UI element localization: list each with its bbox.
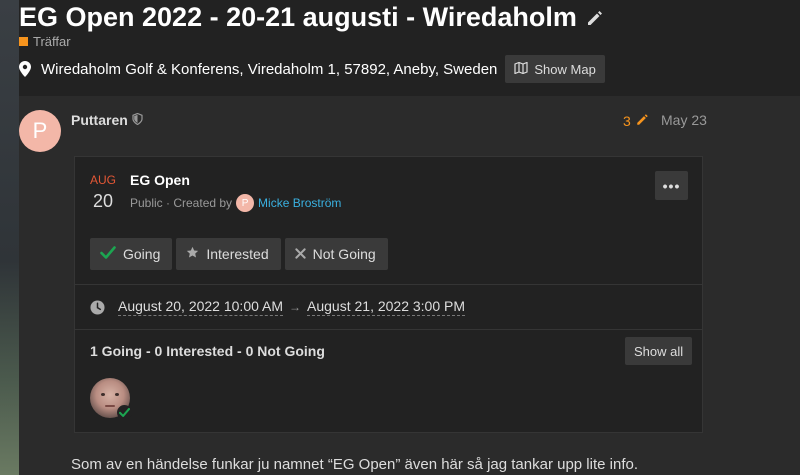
background-strip xyxy=(0,0,19,475)
going-button[interactable]: Going xyxy=(90,238,173,270)
attendee-face xyxy=(101,393,119,397)
more-options-button[interactable]: ••• xyxy=(655,171,688,200)
interested-label: Interested xyxy=(206,246,269,262)
topic-title[interactable]: EG Open 2022 - 20-21 augusti - Wiredahol… xyxy=(19,2,605,33)
clock-icon xyxy=(90,299,105,315)
event-visibility-creator: Public · Created by xyxy=(130,196,233,210)
show-all-button[interactable]: Show all xyxy=(625,337,693,365)
not-going-button[interactable]: Not Going xyxy=(284,238,388,270)
event-month: AUG xyxy=(90,173,117,187)
going-status-icon xyxy=(117,405,132,420)
map-icon xyxy=(514,61,528,77)
category-color-swatch xyxy=(19,37,28,46)
check-icon xyxy=(100,246,116,262)
show-map-label: Show Map xyxy=(534,61,596,77)
shield-icon xyxy=(132,112,143,128)
interested-button[interactable]: Interested xyxy=(176,238,281,270)
not-going-label: Not Going xyxy=(312,246,376,262)
avatar[interactable]: P xyxy=(19,110,61,152)
edit-count: 3 xyxy=(623,113,631,129)
post-date[interactable]: May 23 xyxy=(661,112,707,128)
username[interactable]: Puttaren xyxy=(71,112,128,128)
topic-title-text[interactable]: EG Open 2022 - 20-21 augusti - Wiredahol… xyxy=(19,2,577,33)
post-body-text: Som av en händelse funkar ju namnet “EG … xyxy=(71,456,638,473)
event-location: Wiredaholm Golf & Konferens, Viredaholm … xyxy=(19,55,605,83)
event-card: AUG 20 EG Open Public · Created by P Mic… xyxy=(74,156,703,433)
show-map-button[interactable]: Show Map xyxy=(505,55,605,83)
location-text: Wiredaholm Golf & Konferens, Viredaholm … xyxy=(41,60,498,78)
post-author[interactable]: Puttaren xyxy=(71,112,143,128)
divider xyxy=(75,329,702,330)
event-name: EG Open xyxy=(130,172,190,188)
pencil-icon[interactable] xyxy=(585,8,605,28)
invitees-summary: 1 Going - 0 Interested - 0 Not Going xyxy=(90,343,325,359)
event-start-date[interactable]: August 20, 2022 10:00 AM xyxy=(118,298,284,316)
pencil-icon xyxy=(635,112,650,130)
edit-history-button[interactable]: 3 xyxy=(623,112,650,130)
going-label: Going xyxy=(123,246,161,262)
category-badge[interactable]: Träffar xyxy=(19,34,71,49)
creator-link[interactable]: Micke Broström xyxy=(258,196,341,210)
divider xyxy=(75,284,702,285)
category-label[interactable]: Träffar xyxy=(33,34,71,49)
creator-avatar[interactable]: P xyxy=(236,194,255,212)
map-pin-icon xyxy=(19,61,31,77)
star-icon xyxy=(186,246,199,262)
rsvp-buttons: Going Interested Not Going xyxy=(90,238,388,270)
attendee-avatar[interactable] xyxy=(90,378,132,420)
times-icon xyxy=(294,246,306,262)
event-meta: Public · Created by P Micke Broström xyxy=(130,194,341,212)
topic-header: EG Open 2022 - 20-21 augusti - Wiredahol… xyxy=(19,0,800,96)
event-dates: August 20, 2022 10:00 AM → August 21, 20… xyxy=(90,298,466,316)
date-arrow: → xyxy=(289,300,302,314)
event-day: 20 xyxy=(93,191,114,211)
event-end-date[interactable]: August 21, 2022 3:00 PM xyxy=(307,298,466,316)
post: P Puttaren 3 May 23 AUG 20 EG Open Publi… xyxy=(19,96,800,475)
